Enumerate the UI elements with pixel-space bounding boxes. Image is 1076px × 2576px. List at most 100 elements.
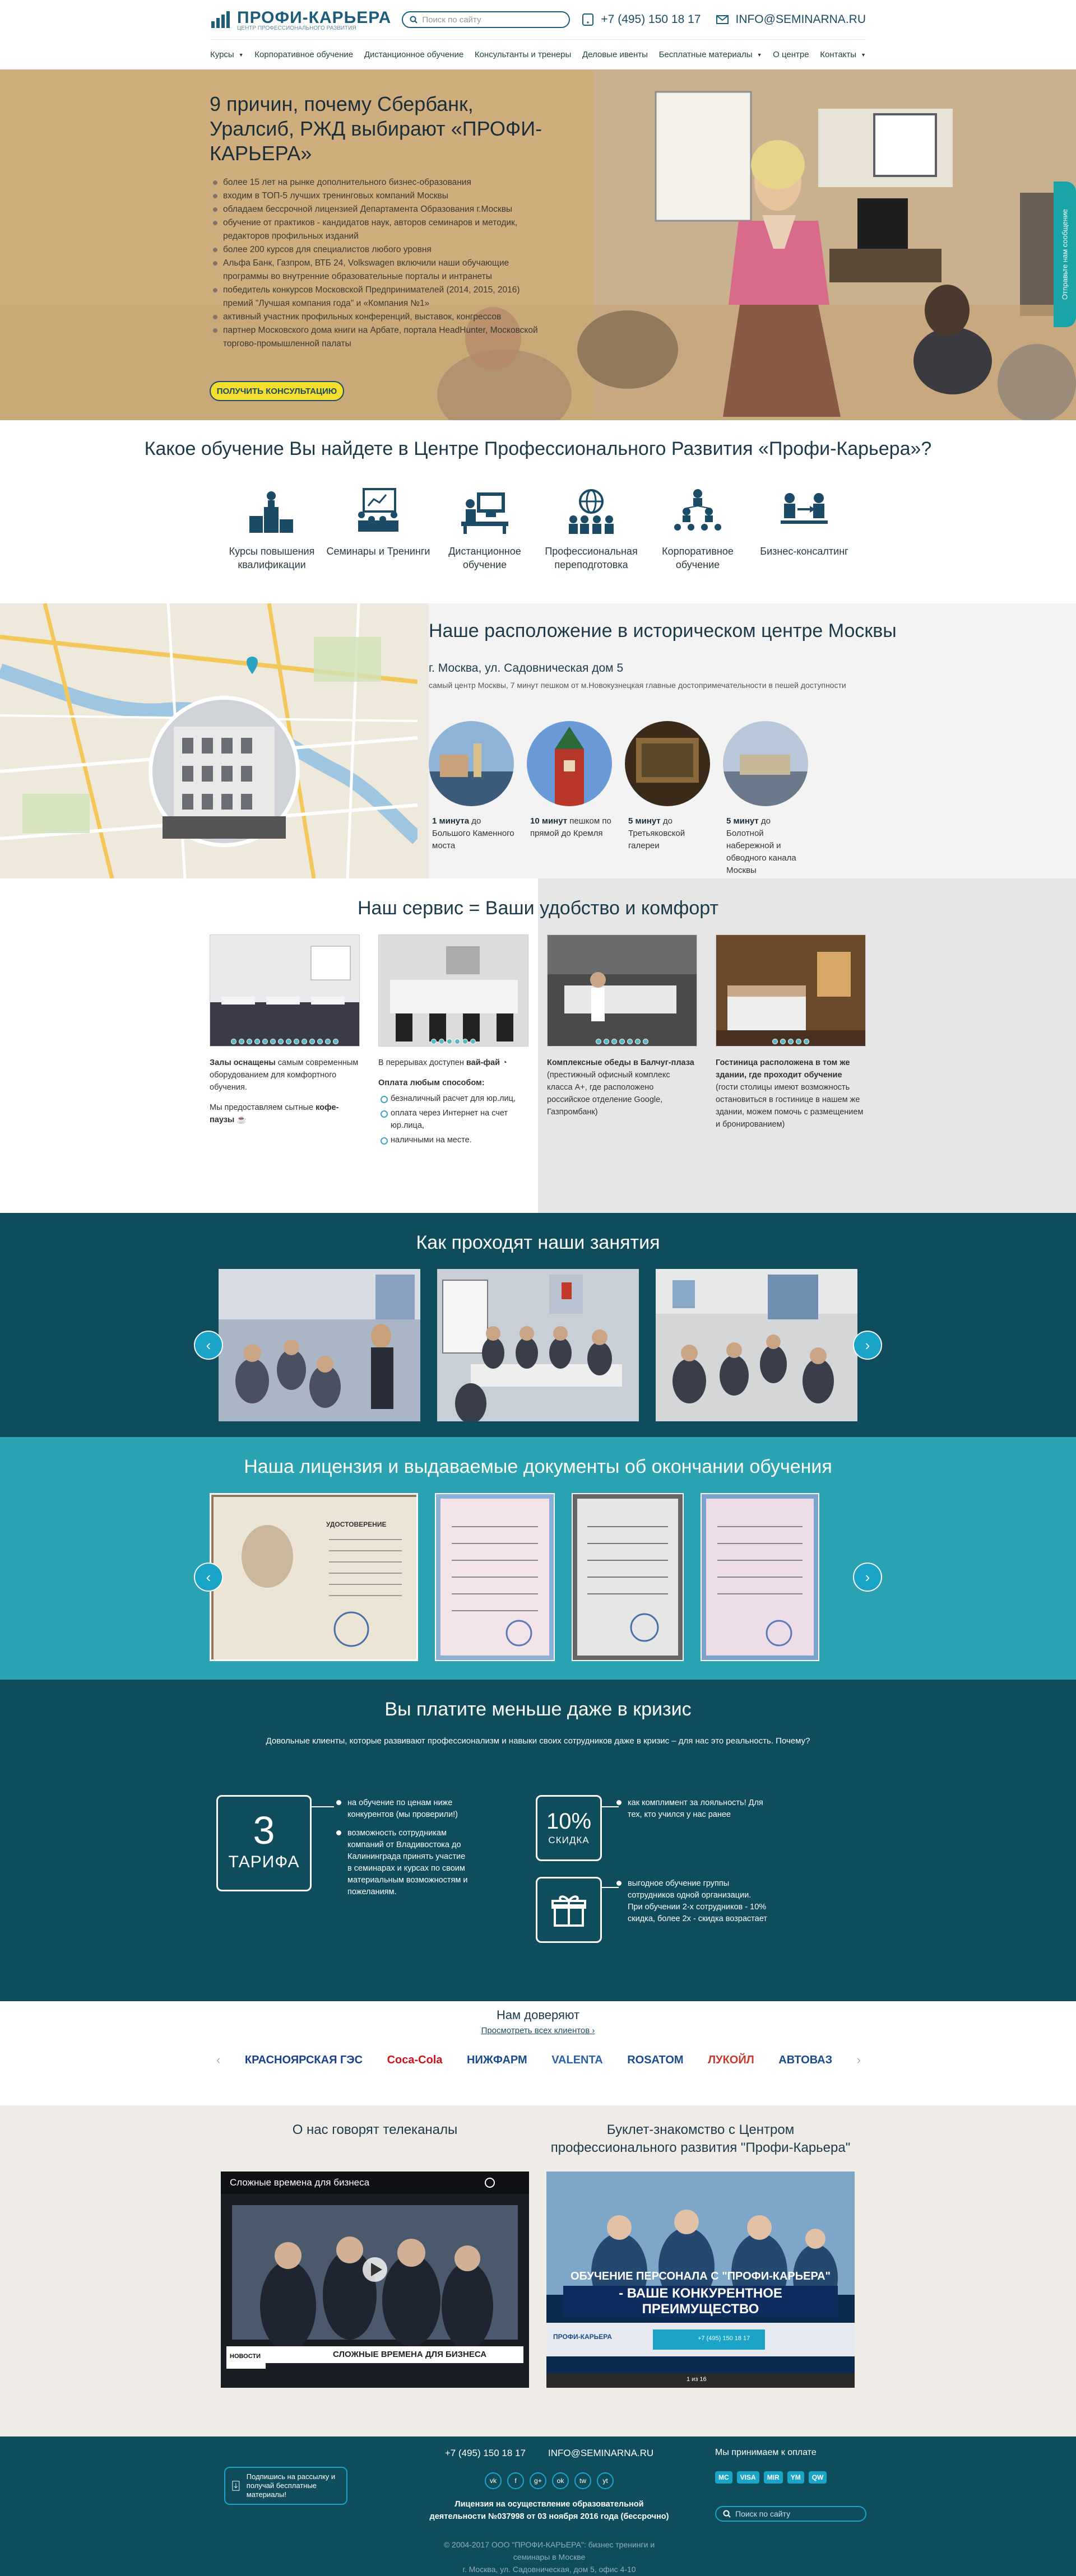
training-item[interactable]: Корпоративное обучение xyxy=(644,487,751,571)
carousel-dot[interactable] xyxy=(325,1039,331,1044)
send-message-label: Отправьте нам сообщение xyxy=(1060,209,1069,300)
header-email[interactable]: INFO@SEMINARNA.RU xyxy=(735,13,866,26)
carousel-dot[interactable] xyxy=(627,1039,633,1044)
carousel-dot[interactable] xyxy=(247,1039,252,1044)
carousel-dot[interactable] xyxy=(309,1039,315,1044)
license-document[interactable]: УДОСТОВЕРЕНИЕ xyxy=(210,1493,418,1661)
carousel-dot[interactable] xyxy=(788,1039,794,1044)
carousel-dot[interactable] xyxy=(294,1039,299,1044)
service-photo[interactable] xyxy=(210,935,360,1047)
site-logo[interactable]: ПРОФИ-КАРЬЕРА ЦЕНТР ПРОФЕССИОНАЛЬНОГО РА… xyxy=(210,8,391,31)
carousel-dot[interactable] xyxy=(780,1039,786,1044)
client-logo[interactable]: АВТОВАЗ xyxy=(778,2054,832,2067)
landmark-photo xyxy=(625,721,710,806)
carousel-dot[interactable] xyxy=(333,1039,338,1044)
subscribe-button[interactable]: Подпишись на рассылку и получай бесплатн… xyxy=(224,2467,347,2505)
carousel-dot[interactable] xyxy=(454,1039,460,1044)
header-phone[interactable]: +7 (495) 150 18 17 xyxy=(601,13,701,26)
carousel-dot[interactable] xyxy=(431,1039,437,1044)
footer-email[interactable]: INFO@SEMINARNA.RU xyxy=(548,2448,653,2459)
lesson-photo[interactable] xyxy=(437,1269,639,1421)
carousel-dot[interactable] xyxy=(619,1039,625,1044)
carousel-dot[interactable] xyxy=(239,1039,244,1044)
service-text: В перерывах доступен вай-фай ◔ xyxy=(378,1057,528,1069)
nav-item[interactable]: Консультанты и тренеры xyxy=(475,50,571,59)
social-yt-icon[interactable]: yt xyxy=(597,2472,614,2489)
landmark-item: 5 минут до Третьяковской галереи xyxy=(625,721,712,877)
client-logo[interactable]: VALENTA xyxy=(551,2054,602,2067)
clients-prev-arrow[interactable]: ‹ xyxy=(216,2053,220,2067)
carousel-dot[interactable] xyxy=(302,1039,307,1044)
training-item[interactable]: Профессиональная переподготовка xyxy=(538,487,644,571)
carousel-dot[interactable] xyxy=(462,1039,468,1044)
payment-icon: YM xyxy=(787,2471,804,2484)
client-logo[interactable]: Coca-Cola xyxy=(387,2054,443,2067)
carousel-dot[interactable] xyxy=(804,1039,809,1044)
training-item[interactable]: Курсы повышения квалификации xyxy=(219,487,325,571)
training-item[interactable]: Дистанционное обучение xyxy=(432,487,538,571)
social-tw-icon[interactable]: tw xyxy=(574,2472,591,2489)
license-title: Наша лицензия и выдаваемые документы об … xyxy=(244,1456,832,1477)
training-item[interactable]: Семинары и Тренинги xyxy=(325,487,432,571)
carousel-dot[interactable] xyxy=(643,1039,648,1044)
license-document[interactable] xyxy=(701,1493,819,1661)
nav-item[interactable]: Бесплатные материалы ▼ xyxy=(659,50,762,59)
client-logo[interactable]: ЛУКОЙЛ xyxy=(708,2054,754,2067)
service-photo[interactable] xyxy=(379,935,528,1047)
nav-item[interactable]: Дистанционное обучение xyxy=(364,50,463,59)
carousel-dot[interactable] xyxy=(611,1039,617,1044)
license-next-arrow[interactable]: › xyxy=(853,1563,882,1592)
carousel-dot[interactable] xyxy=(470,1039,476,1044)
client-logo[interactable]: НИЖФАРМ xyxy=(467,2054,527,2067)
training-title: Какое обучение Вы найдете в Центре Профе… xyxy=(144,438,932,459)
nav-item[interactable]: Деловые ивенты xyxy=(582,50,648,59)
social-f-icon[interactable]: f xyxy=(507,2472,524,2489)
license-document[interactable] xyxy=(572,1493,684,1661)
carousel-dot[interactable] xyxy=(796,1039,801,1044)
nav-item[interactable]: Курсы ▼ xyxy=(210,50,244,59)
social-g+-icon[interactable]: g+ xyxy=(530,2472,546,2489)
nav-item[interactable]: О центре xyxy=(773,50,809,59)
booklet-viewer[interactable]: ОБУЧЕНИЕ ПЕРСОНАЛА С "ПРОФИ-КАРЬЕРА" - В… xyxy=(546,2172,855,2388)
carousel-dot[interactable] xyxy=(604,1039,609,1044)
clients-next-arrow[interactable]: › xyxy=(857,2053,861,2067)
carousel-dot[interactable] xyxy=(772,1039,778,1044)
location-map[interactable] xyxy=(0,603,418,878)
carousel-dot[interactable] xyxy=(270,1039,276,1044)
carousel-dot[interactable] xyxy=(317,1039,323,1044)
lessons-prev-arrow[interactable]: ‹ xyxy=(194,1331,223,1360)
nav-item[interactable]: Контакты ▼ xyxy=(820,50,866,59)
carousel-dot[interactable] xyxy=(447,1039,452,1044)
carousel-dot[interactable] xyxy=(286,1039,291,1044)
service-photo[interactable] xyxy=(716,935,866,1047)
tv-video-player[interactable]: Сложные времена для бизнеса НОВОСТИ СЛОЖ… xyxy=(221,2172,529,2388)
client-logo[interactable]: ROSATOM xyxy=(627,2054,683,2067)
lessons-next-arrow[interactable]: › xyxy=(853,1331,882,1360)
lesson-photo[interactable] xyxy=(656,1269,857,1421)
all-clients-link[interactable]: Просмотреть всех клиентов › xyxy=(0,2026,1076,2035)
header-search-input[interactable]: Поиск по сайту xyxy=(402,11,571,28)
carousel-dot[interactable] xyxy=(262,1039,268,1044)
footer-search-input[interactable]: Поиск по сайту xyxy=(715,2506,866,2522)
carousel-dot[interactable] xyxy=(278,1039,284,1044)
carousel-dot[interactable] xyxy=(596,1039,601,1044)
social-vk-icon[interactable]: vk xyxy=(485,2472,502,2489)
nav-item[interactable]: Корпоративное обучение xyxy=(254,50,353,59)
carousel-dot[interactable] xyxy=(231,1039,236,1044)
send-message-tab[interactable]: Отправьте нам сообщение xyxy=(1054,182,1076,327)
social-ok-icon[interactable]: ok xyxy=(552,2472,569,2489)
training-item[interactable]: Бизнес-консалтинг xyxy=(751,487,857,571)
lesson-photo[interactable] xyxy=(219,1269,420,1421)
get-consultation-button[interactable]: ПОЛУЧИТЬ КОНСУЛЬТАЦИЮ xyxy=(210,381,344,401)
license-prev-arrow[interactable]: ‹ xyxy=(194,1563,223,1592)
carousel-dot[interactable] xyxy=(254,1039,260,1044)
training-item-label: Семинары и Тренинги xyxy=(326,546,430,557)
service-cards: Залы оснащены самым современным оборудов… xyxy=(210,934,866,1146)
footer-phone[interactable]: +7 (495) 150 18 17 xyxy=(445,2448,526,2459)
license-document[interactable] xyxy=(435,1493,555,1661)
service-photo[interactable] xyxy=(548,935,697,1047)
client-logo[interactable]: КРАСНОЯРСКАЯ ГЭС xyxy=(245,2054,363,2067)
carousel-dot[interactable] xyxy=(635,1039,641,1044)
group-text: выгодное обучение группы сотрудников одн… xyxy=(616,1878,768,1925)
carousel-dot[interactable] xyxy=(439,1039,444,1044)
